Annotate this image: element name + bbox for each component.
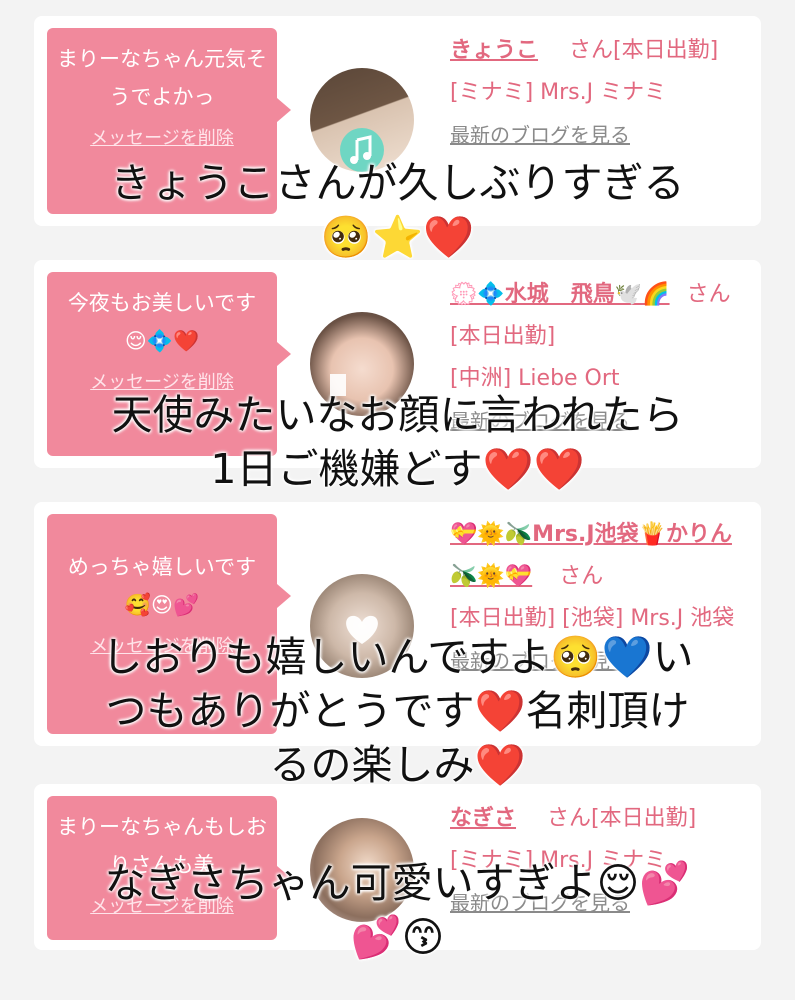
latest-blog-link[interactable]: 最新のブログを見る — [450, 114, 750, 156]
caption-line: 💕😙 — [350, 913, 445, 961]
message-text: めっちゃ嬉しいです🥰😍💕 — [67, 555, 257, 617]
overlay-caption: 天使みたいなお顔に言われたら 1日ご機嫌どす❤️❤️ — [0, 388, 795, 496]
caption-line: 🥺⭐❤️ — [320, 213, 475, 261]
message-text: まりーなちゃん元気そうでよかっ — [57, 47, 267, 109]
cast-name-link[interactable]: なぎさ — [450, 806, 516, 831]
caption-line: 天使みたいなお顔に言われたら — [111, 391, 684, 439]
cast-suffix: さん[本日出勤] — [569, 38, 719, 63]
shop-label: [ミナミ] Mrs.J ミナミ — [450, 80, 667, 105]
overlay-caption: なぎさちゃん可愛いすぎよ😌💕 💕😙 — [0, 856, 795, 964]
cast-name-link[interactable]: きょうこ — [450, 38, 538, 63]
caption-line: つもありがとうです❤️名刺頂け — [105, 687, 690, 735]
overlay-caption: きょうこさんが久しぶりすぎる 🥺⭐❤️ — [0, 156, 795, 264]
cast-suffix: さん — [559, 564, 604, 589]
caption-line: しおりも嬉しいんですよ🥺💙い — [101, 633, 694, 681]
delete-message-link[interactable]: メッセージを削除 — [57, 120, 267, 158]
cast-info: きょうこ さん[本日出勤] [ミナミ] Mrs.J ミナミ 最新のブログを見る — [450, 30, 750, 156]
overlay-caption: しおりも嬉しいんですよ🥺💙い つもありがとうです❤️名刺頂け るの楽しみ❤️ — [0, 630, 795, 792]
cast-name-link[interactable]: 💮💠水城 飛鳥🕊️🌈 — [450, 282, 670, 307]
cast-suffix: さん[本日出勤] — [547, 806, 697, 831]
caption-line: るの楽しみ❤️ — [269, 741, 526, 789]
message-text: 今夜もお美しいです😌💠❤️ — [67, 291, 257, 353]
caption-line: 1日ご機嫌どす❤️❤️ — [210, 445, 585, 493]
caption-line: なぎさちゃん可愛いすぎよ😌💕 — [104, 859, 691, 907]
caption-line: きょうこさんが久しぶりすぎる — [110, 159, 685, 207]
